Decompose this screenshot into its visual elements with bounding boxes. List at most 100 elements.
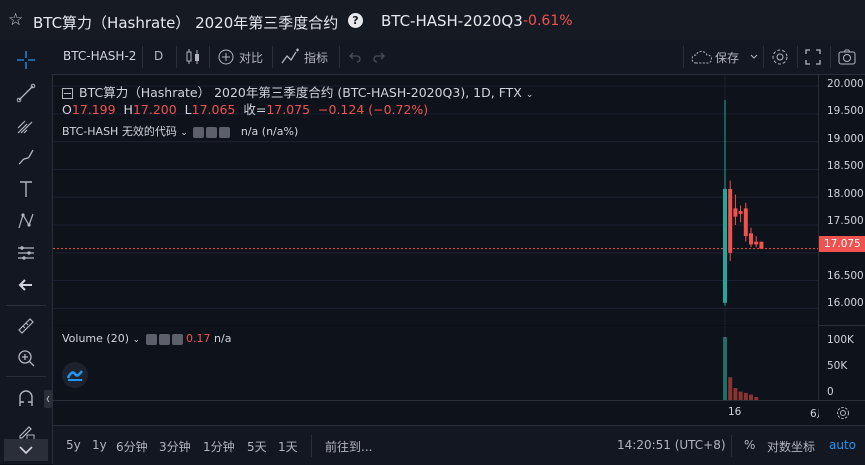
title-bar: ☆ BTC算力（Hashrate） 2020年第三季度合约 ? BTC-HASH…: [0, 0, 865, 40]
volume-axis-label: 0: [827, 386, 834, 398]
auto-scale-toggle[interactable]: auto: [829, 438, 856, 452]
legend-chevron-icon[interactable]: ⌄: [526, 90, 534, 100]
trend-line-icon[interactable]: [8, 79, 44, 107]
indicator-legend: BTC-HASH 无效的代码 ⌄ n/a (n/a%): [62, 123, 298, 139]
range-1d-button[interactable]: 1天: [278, 438, 298, 455]
range-3min-button[interactable]: 3分钟: [159, 438, 191, 455]
save-button[interactable]: 保存: [715, 49, 739, 66]
volume-bar: [723, 337, 727, 400]
divider: [6, 376, 46, 377]
symbol-label: BTC-HASH-2020Q3: [381, 12, 523, 30]
cloud-save-icon[interactable]: [691, 50, 713, 67]
range-1min-button[interactable]: 1分钟: [203, 438, 235, 455]
symbol-input[interactable]: BTC-HASH-2: [63, 49, 136, 63]
open-value: 17.199: [71, 102, 116, 117]
price-label: 20.000: [827, 78, 864, 90]
pattern-icon[interactable]: [8, 207, 44, 235]
camera-snapshot-icon[interactable]: [837, 48, 857, 69]
open-label: O: [62, 102, 72, 117]
volume-settings-icon[interactable]: [158, 333, 170, 345]
series-title: BTC算力（Hashrate） 2020年第三季度合约 (BTC-HASH-20…: [79, 85, 522, 100]
candle-body: [723, 188, 727, 303]
pitchfork-icon[interactable]: [8, 111, 44, 139]
redo-icon[interactable]: [372, 50, 386, 67]
range-5d-button[interactable]: 5天: [247, 438, 267, 455]
indicator-visibility-icon[interactable]: [193, 126, 205, 138]
candle-body: [728, 188, 733, 253]
ruler-icon[interactable]: [8, 312, 44, 340]
volume-visibility-icon[interactable]: [145, 333, 157, 345]
change-label: -0.61%: [523, 13, 573, 29]
range-1y-button[interactable]: 1y: [92, 438, 107, 452]
volume-legend: Volume (20) ⌄ 0.17 n/a: [62, 332, 231, 345]
collapse-toolbar-handle[interactable]: [44, 390, 52, 408]
indicators-button[interactable]: 指标: [304, 49, 328, 66]
current-price-tag: 17.075: [819, 236, 865, 252]
indicator-settings-icon[interactable]: [206, 126, 218, 138]
indicator-chevron-icon[interactable]: ⌄: [180, 128, 188, 138]
magnet-icon[interactable]: [8, 385, 44, 413]
time-axis[interactable]: 16 6月: [53, 400, 865, 425]
undo-icon[interactable]: [348, 50, 362, 67]
help-icon[interactable]: ?: [348, 13, 363, 28]
low-label: L: [184, 102, 192, 117]
back-arrow-icon[interactable]: [8, 271, 44, 299]
prediction-icon[interactable]: [8, 239, 44, 267]
expand-tools-button[interactable]: [4, 439, 48, 461]
settings-gear-icon[interactable]: [770, 47, 790, 70]
brush-icon[interactable]: [8, 143, 44, 171]
time-label: 6月: [810, 408, 819, 420]
range-5y-button[interactable]: 5y: [66, 438, 81, 452]
price-label: 19.500: [827, 105, 864, 117]
bottom-bar: 5y 1y 6分钟 3分钟 1分钟 5天 1天 前往到... 14:20:51 …: [53, 425, 865, 465]
volume-remove-icon[interactable]: [171, 333, 183, 345]
indicator-remove-icon[interactable]: [219, 126, 231, 138]
price-label: 16.000: [827, 297, 864, 309]
price-label: 19.000: [827, 133, 864, 145]
candle-style-icon[interactable]: [185, 48, 201, 69]
volume-axis-label: 50K: [827, 360, 848, 372]
pair-name: BTC算力（Hashrate） 2020年第三季度合约: [33, 14, 339, 32]
price-label: 17.500: [827, 215, 864, 227]
compare-button[interactable]: 对比: [239, 49, 263, 66]
price-chart-pane[interactable]: BTC算力（Hashrate） 2020年第三季度合约 (BTC-HASH-20…: [53, 75, 818, 325]
zoom-in-icon[interactable]: [8, 344, 44, 372]
candle-body: [738, 211, 743, 214]
text-tool-icon[interactable]: [8, 175, 44, 203]
log-scale-toggle[interactable]: 对数坐标: [767, 438, 815, 455]
tradingview-logo-icon: [66, 370, 83, 381]
high-label: H: [123, 102, 133, 117]
compare-plus-icon[interactable]: [217, 48, 235, 69]
clock-timezone[interactable]: 14:20:51 (UTC+8): [617, 438, 726, 452]
save-dropdown-chevron-icon[interactable]: [749, 51, 759, 65]
interval-button[interactable]: D: [154, 49, 163, 63]
volume-pane[interactable]: Volume (20) ⌄ 0.17 n/a: [53, 326, 818, 400]
volume-axis-label: 100K: [827, 334, 854, 346]
price-axis[interactable]: 20.000 19.500 19.000 18.500 18.000 17.50…: [818, 75, 865, 400]
top-toolbar: BTC-HASH-2 D 对比 指标 保存: [52, 40, 865, 75]
volume-chevron-icon[interactable]: ⌄: [133, 335, 141, 345]
volume-bar: [728, 377, 733, 400]
ohlc-legend: O17.199 H17.200 L17.065 收=17.075 −0.124 …: [62, 99, 428, 118]
indicator-value: n/a (n/a%): [240, 125, 299, 138]
high-value: 17.200: [132, 102, 177, 117]
volume-bar: [743, 392, 748, 400]
star-icon[interactable]: ☆: [8, 10, 23, 30]
chevron-left-icon: [46, 395, 50, 403]
candle-body: [733, 208, 738, 217]
collapse-legend-icon[interactable]: [62, 88, 73, 99]
volume-value: 0.17: [186, 332, 211, 345]
indicators-icon[interactable]: [281, 48, 301, 69]
axis-settings-gear-icon[interactable]: [835, 405, 851, 424]
price-label: 18.000: [827, 188, 864, 200]
time-label: 16: [728, 406, 742, 418]
fullscreen-icon[interactable]: [804, 48, 822, 69]
volume-bar: [733, 388, 738, 400]
candle-body: [754, 241, 759, 245]
goto-date-button[interactable]: 前往到...: [325, 438, 372, 455]
percent-scale-toggle[interactable]: %: [744, 438, 755, 452]
tradingview-logo[interactable]: [62, 362, 88, 388]
crosshair-tool-icon[interactable]: [8, 46, 44, 74]
close-label: 收=: [243, 102, 267, 117]
range-6min-button[interactable]: 6分钟: [116, 438, 148, 455]
